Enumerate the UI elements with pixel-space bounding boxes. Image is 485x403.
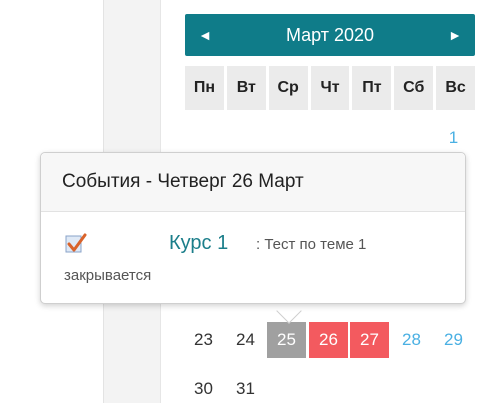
calendar-day-29[interactable]: 29 (434, 322, 473, 358)
prev-month-button[interactable]: ◄ (185, 14, 225, 56)
calendar-day-23[interactable]: 23 (184, 322, 223, 358)
weekday-thu: Чт (310, 66, 350, 110)
calendar-day-27[interactable]: 27 (350, 322, 389, 358)
next-month-button[interactable]: ► (435, 14, 475, 56)
month-title: Март 2020 (285, 24, 375, 45)
calendar-day-1[interactable]: 1 (434, 120, 473, 156)
popup-body: Курс 1 : Тест по теме 1 закрывается (41, 212, 465, 304)
course-link[interactable]: Курс 1 (169, 232, 228, 255)
events-popup: События - Четверг 26 Март Курс 1 : Тест … (40, 152, 466, 304)
weekday-header-row: Пн Вт Ср Чт Пт Сб Вс (185, 66, 476, 110)
weekday-sun: Вс (436, 66, 476, 110)
event-description-line2: закрывается (64, 267, 152, 284)
calendar-day-30[interactable]: 30 (184, 371, 223, 403)
quiz-checkbox-icon (65, 233, 87, 253)
calendar-day-24[interactable]: 24 (226, 322, 265, 358)
popup-title: События - Четверг 26 Март (41, 153, 465, 212)
calendar-day-31[interactable]: 31 (226, 371, 265, 403)
calendar-header: ◄ Март 2020 ► (185, 14, 475, 56)
event-description: : Тест по теме 1 (256, 236, 367, 253)
weekday-mon: Пн (185, 66, 224, 110)
calendar-day-26[interactable]: 26 (309, 322, 348, 358)
calendar-day-25[interactable]: 25 (267, 322, 306, 358)
weekday-tue: Вт (226, 66, 266, 110)
weekday-sat: Сб (394, 66, 434, 110)
calendar-day-28[interactable]: 28 (392, 322, 431, 358)
weekday-fri: Пт (352, 66, 392, 110)
weekday-wed: Ср (268, 66, 308, 110)
